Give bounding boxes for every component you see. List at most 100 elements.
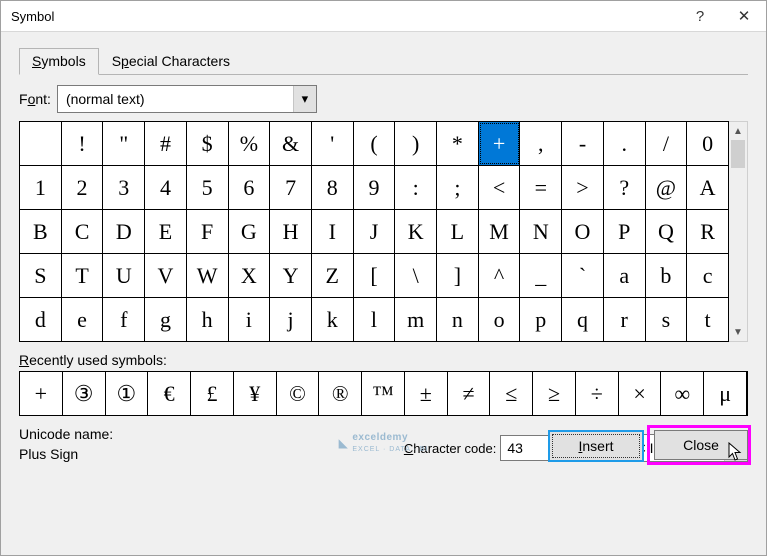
- symbol-cell[interactable]: (: [354, 122, 396, 165]
- symbol-cell[interactable]: I: [312, 210, 354, 253]
- scroll-up-arrow-icon[interactable]: ▲: [729, 122, 747, 140]
- tab-special-characters[interactable]: Special Characters: [99, 48, 243, 75]
- symbol-cell[interactable]: B: [20, 210, 62, 253]
- recent-cell[interactable]: ①: [106, 372, 149, 415]
- symbol-cell[interactable]: 5: [187, 166, 229, 209]
- symbol-cell[interactable]: j: [270, 298, 312, 341]
- symbol-cell[interactable]: 6: [229, 166, 271, 209]
- symbol-cell[interactable]: T: [62, 254, 104, 297]
- symbol-cell[interactable]: -: [562, 122, 604, 165]
- symbol-cell[interactable]: 9: [354, 166, 396, 209]
- recent-cell[interactable]: ÷: [576, 372, 619, 415]
- symbol-cell[interactable]: a: [604, 254, 646, 297]
- symbol-cell[interactable]: >: [562, 166, 604, 209]
- symbol-cell[interactable]: H: [270, 210, 312, 253]
- recent-cell[interactable]: ∞: [661, 372, 704, 415]
- symbol-cell[interactable]: \: [395, 254, 437, 297]
- scroll-thumb[interactable]: [731, 140, 745, 168]
- symbol-cell[interactable]: Q: [646, 210, 688, 253]
- font-select[interactable]: (normal text) ▾: [57, 85, 317, 113]
- symbol-cell[interactable]: [: [354, 254, 396, 297]
- recent-cell[interactable]: ©: [277, 372, 320, 415]
- symbol-cell[interactable]: n: [437, 298, 479, 341]
- help-button[interactable]: ?: [678, 1, 722, 31]
- symbol-cell[interactable]: L: [437, 210, 479, 253]
- symbol-cell[interactable]: O: [562, 210, 604, 253]
- symbol-cell[interactable]: s: [646, 298, 688, 341]
- symbol-cell[interactable]: ;: [437, 166, 479, 209]
- recent-cell[interactable]: ™: [362, 372, 405, 415]
- symbol-cell[interactable]: o: [479, 298, 521, 341]
- symbol-cell[interactable]: 7: [270, 166, 312, 209]
- symbol-cell[interactable]: :: [395, 166, 437, 209]
- symbol-cell[interactable]: [20, 122, 62, 165]
- close-button[interactable]: Close: [654, 430, 748, 460]
- symbol-cell[interactable]: f: [103, 298, 145, 341]
- symbol-cell[interactable]: g: [145, 298, 187, 341]
- symbol-cell[interactable]: G: [229, 210, 271, 253]
- symbol-cell[interactable]: R: [687, 210, 728, 253]
- recent-cell[interactable]: £: [191, 372, 234, 415]
- symbol-cell[interactable]: `: [562, 254, 604, 297]
- symbol-cell[interactable]: e: [62, 298, 104, 341]
- symbol-cell[interactable]: ^: [479, 254, 521, 297]
- symbol-cell[interactable]: S: [20, 254, 62, 297]
- symbol-cell[interactable]: +: [479, 122, 521, 165]
- recent-cell[interactable]: μ: [704, 372, 747, 415]
- symbol-cell[interactable]: h: [187, 298, 229, 341]
- symbol-cell[interactable]: @: [646, 166, 688, 209]
- symbol-cell[interactable]: K: [395, 210, 437, 253]
- symbol-cell[interactable]: l: [354, 298, 396, 341]
- symbol-cell[interactable]: Y: [270, 254, 312, 297]
- symbol-cell[interactable]: D: [103, 210, 145, 253]
- symbol-cell[interactable]: Z: [312, 254, 354, 297]
- recent-cell[interactable]: ®: [319, 372, 362, 415]
- symbol-cell[interactable]: X: [229, 254, 271, 297]
- symbol-cell[interactable]: C: [62, 210, 104, 253]
- symbol-cell[interactable]: m: [395, 298, 437, 341]
- recent-cell[interactable]: ≠: [448, 372, 491, 415]
- symbol-cell[interactable]: U: [103, 254, 145, 297]
- recent-grid[interactable]: +③①€£¥©®™±≠≤≥÷×∞μ: [19, 371, 748, 416]
- recent-cell[interactable]: ×: [619, 372, 662, 415]
- symbol-cell[interactable]: r: [604, 298, 646, 341]
- symbol-cell[interactable]: t: [687, 298, 728, 341]
- recent-cell[interactable]: ±: [405, 372, 448, 415]
- recent-cell[interactable]: ③: [63, 372, 106, 415]
- symbol-cell[interactable]: ,: [520, 122, 562, 165]
- insert-button[interactable]: Insert: [548, 430, 644, 462]
- symbol-cell[interactable]: b: [646, 254, 688, 297]
- symbol-cell[interactable]: 2: [62, 166, 104, 209]
- tab-symbols[interactable]: Symbols: [19, 48, 99, 75]
- symbol-cell[interactable]: ": [103, 122, 145, 165]
- symbol-grid[interactable]: !"#$%&'()*+,-./0123456789:;<=>?@ABCDEFGH…: [19, 121, 729, 342]
- symbol-cell[interactable]: i: [229, 298, 271, 341]
- symbol-cell[interactable]: %: [229, 122, 271, 165]
- scroll-down-arrow-icon[interactable]: ▼: [729, 323, 747, 341]
- symbol-cell[interactable]: c: [687, 254, 728, 297]
- recent-cell[interactable]: ≤: [490, 372, 533, 415]
- symbol-cell[interactable]: *: [437, 122, 479, 165]
- symbol-cell[interactable]: ': [312, 122, 354, 165]
- symbol-cell[interactable]: p: [520, 298, 562, 341]
- symbol-cell[interactable]: 1: [20, 166, 62, 209]
- scrollbar-vertical[interactable]: ▲ ▼: [729, 121, 748, 342]
- symbol-cell[interactable]: .: [604, 122, 646, 165]
- symbol-cell[interactable]: P: [604, 210, 646, 253]
- symbol-cell[interactable]: F: [187, 210, 229, 253]
- recent-cell[interactable]: +: [20, 372, 63, 415]
- symbol-cell[interactable]: ]: [437, 254, 479, 297]
- symbol-cell[interactable]: <: [479, 166, 521, 209]
- recent-cell[interactable]: ≥: [533, 372, 576, 415]
- recent-cell[interactable]: €: [148, 372, 191, 415]
- symbol-cell[interactable]: d: [20, 298, 62, 341]
- symbol-cell[interactable]: A: [687, 166, 728, 209]
- symbol-cell[interactable]: 3: [103, 166, 145, 209]
- symbol-cell[interactable]: ): [395, 122, 437, 165]
- symbol-cell[interactable]: =: [520, 166, 562, 209]
- symbol-cell[interactable]: ?: [604, 166, 646, 209]
- window-close-button[interactable]: ✕: [722, 1, 766, 31]
- symbol-cell[interactable]: $: [187, 122, 229, 165]
- symbol-cell[interactable]: E: [145, 210, 187, 253]
- symbol-cell[interactable]: W: [187, 254, 229, 297]
